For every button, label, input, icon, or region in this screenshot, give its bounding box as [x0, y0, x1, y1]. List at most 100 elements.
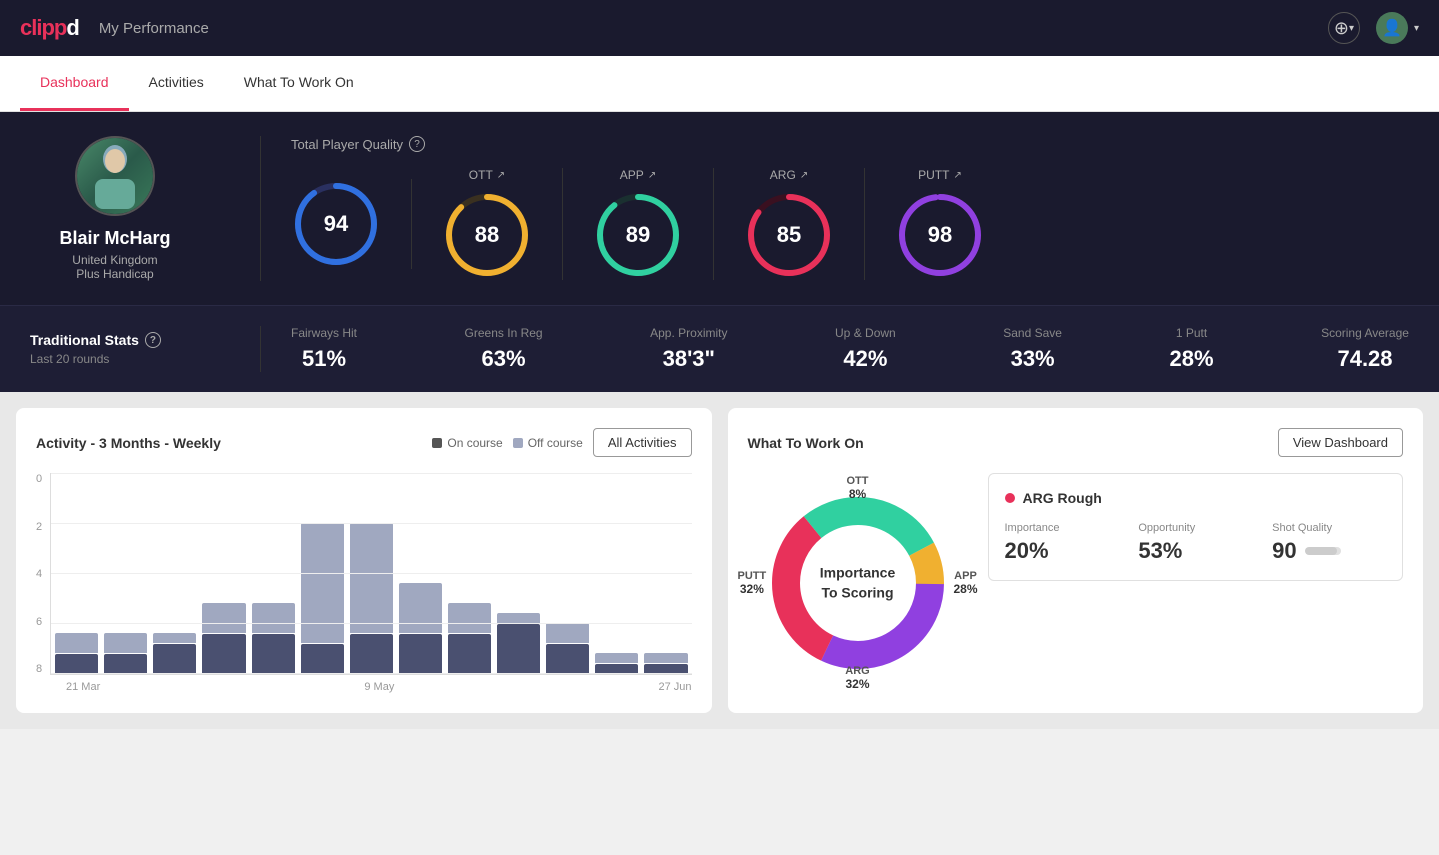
metric-importance-label: Importance — [1005, 522, 1119, 534]
bar-on-1 — [104, 654, 147, 674]
bar-off-5 — [301, 523, 344, 643]
y-label-4: 4 — [36, 568, 42, 580]
legend-off-course-dot — [513, 438, 523, 448]
tab-what-to-work-on[interactable]: What To Work On — [224, 56, 374, 111]
work-on-content: ImportanceTo Scoring OTT 8% APP 28% ARG … — [748, 473, 1404, 693]
score-arg: ARG ↗ 85 — [714, 168, 865, 280]
score-arg-value: 85 — [777, 222, 801, 248]
bar-stack-11 — [595, 653, 638, 674]
avatar-image — [77, 136, 153, 216]
bars-container — [50, 473, 691, 675]
stat-sand-value: 33% — [1003, 346, 1062, 372]
y-label-2: 2 — [36, 521, 42, 533]
bar-stack-3 — [202, 603, 245, 674]
score-putt: PUTT ↗ 98 — [865, 168, 1015, 280]
score-ott-value: 88 — [475, 222, 499, 248]
stat-app-value: 38'3" — [650, 346, 727, 372]
bar-off-12 — [644, 653, 687, 663]
stats-title: Traditional Stats ? — [30, 332, 200, 348]
plus-icon: ⊕ — [1334, 18, 1349, 39]
stat-scoring-label: Scoring Average — [1321, 326, 1409, 340]
bar-group-12 — [644, 473, 687, 674]
activity-chart-title: Activity - 3 Months - Weekly — [36, 435, 221, 451]
score-total: 94 — [291, 179, 412, 269]
bar-group-5 — [301, 473, 344, 674]
ott-trend-icon: ↗ — [497, 170, 505, 181]
bar-off-7 — [399, 583, 442, 633]
score-app-value: 89 — [626, 222, 650, 248]
header: clippd My Performance ⊕ ▾ 👤 ▾ — [0, 0, 1439, 56]
bar-stack-6 — [350, 523, 393, 674]
avatar-button[interactable]: 👤 ▾ — [1376, 12, 1419, 44]
tab-dashboard[interactable]: Dashboard — [20, 56, 129, 111]
stat-scoring-avg: Scoring Average 74.28 — [1321, 326, 1409, 372]
all-activities-button[interactable]: All Activities — [593, 428, 692, 457]
circle-arg: 85 — [744, 190, 834, 280]
tab-activities[interactable]: Activities — [129, 56, 224, 111]
activity-panel: Activity - 3 Months - Weekly On course O… — [16, 408, 712, 713]
stat-fairways-hit: Fairways Hit 51% — [291, 326, 357, 372]
logo: clippd — [20, 15, 79, 41]
x-label-mar: 21 Mar — [66, 681, 100, 693]
bar-group-9 — [497, 473, 540, 674]
stat-scoring-value: 74.28 — [1321, 346, 1409, 372]
view-dashboard-button[interactable]: View Dashboard — [1278, 428, 1403, 457]
legend-on-course-label: On course — [447, 436, 502, 450]
header-right: ⊕ ▾ 👤 ▾ — [1328, 12, 1419, 44]
stat-updown-label: Up & Down — [835, 326, 896, 340]
score-putt-value: 98 — [928, 222, 952, 248]
score-arg-label: ARG ↗ — [770, 168, 808, 182]
shot-quality-bar — [1305, 547, 1341, 555]
stat-sand-save: Sand Save 33% — [1003, 326, 1062, 372]
circle-total: 94 — [291, 179, 381, 269]
bar-on-9 — [497, 624, 540, 674]
metric-shot-quality: Shot Quality 90 — [1272, 522, 1386, 564]
x-label-jun: 27 Jun — [658, 681, 691, 693]
app-trend-icon: ↗ — [648, 170, 656, 181]
bar-off-11 — [595, 653, 638, 663]
arg-trend-icon: ↗ — [800, 170, 808, 181]
metric-shot-quality-label: Shot Quality — [1272, 522, 1386, 534]
work-on-title: What To Work On — [748, 435, 864, 451]
score-app: APP ↗ 89 — [563, 168, 714, 280]
circle-putt: 98 — [895, 190, 985, 280]
bar-group-1 — [104, 473, 147, 674]
stats-subtitle: Last 20 rounds — [30, 352, 200, 366]
activity-panel-header: Activity - 3 Months - Weekly On course O… — [36, 428, 692, 457]
bar-off-3 — [202, 603, 245, 633]
bar-off-1 — [104, 633, 147, 653]
metric-opportunity-value: 53% — [1138, 538, 1252, 564]
legend-on-course: On course — [432, 436, 502, 450]
chart-y-labels: 8 6 4 2 0 — [36, 473, 50, 675]
player-name: Blair McHarg — [59, 228, 170, 249]
metric-importance: Importance 20% — [1005, 522, 1119, 564]
player-info: Blair McHarg United Kingdom Plus Handica… — [30, 136, 230, 281]
bar-on-12 — [644, 664, 687, 674]
traditional-stats: Traditional Stats ? Last 20 rounds Fairw… — [0, 305, 1439, 392]
stats-info-icon[interactable]: ? — [145, 332, 161, 348]
metric-opportunity: Opportunity 53% — [1138, 522, 1252, 564]
bar-group-11 — [595, 473, 638, 674]
bar-off-8 — [448, 603, 491, 633]
bar-stack-5 — [301, 523, 344, 674]
score-ott: OTT ↗ 88 — [412, 168, 563, 280]
x-label-may: 9 May — [364, 681, 394, 693]
activity-panel-actions: On course Off course All Activities — [432, 428, 691, 457]
bar-off-9 — [497, 613, 540, 623]
stat-app-label: App. Proximity — [650, 326, 727, 340]
donut-label-arg: ARG 32% — [845, 665, 869, 691]
header-left: clippd My Performance — [20, 15, 209, 41]
work-on-panel: What To Work On View Dashboard — [728, 408, 1424, 713]
bar-group-6 — [350, 473, 393, 674]
bar-group-3 — [202, 473, 245, 674]
bar-on-4 — [252, 634, 295, 674]
stat-fairways-value: 51% — [291, 346, 357, 372]
stat-fairways-label: Fairways Hit — [291, 326, 357, 340]
quality-info-icon[interactable]: ? — [409, 136, 425, 152]
add-button[interactable]: ⊕ ▾ — [1328, 12, 1360, 44]
bar-on-3 — [202, 634, 245, 674]
avatar-chevron-icon: ▾ — [1414, 23, 1419, 34]
bar-group-8 — [448, 473, 491, 674]
bar-group-2 — [153, 473, 196, 674]
hero-divider — [260, 136, 261, 281]
